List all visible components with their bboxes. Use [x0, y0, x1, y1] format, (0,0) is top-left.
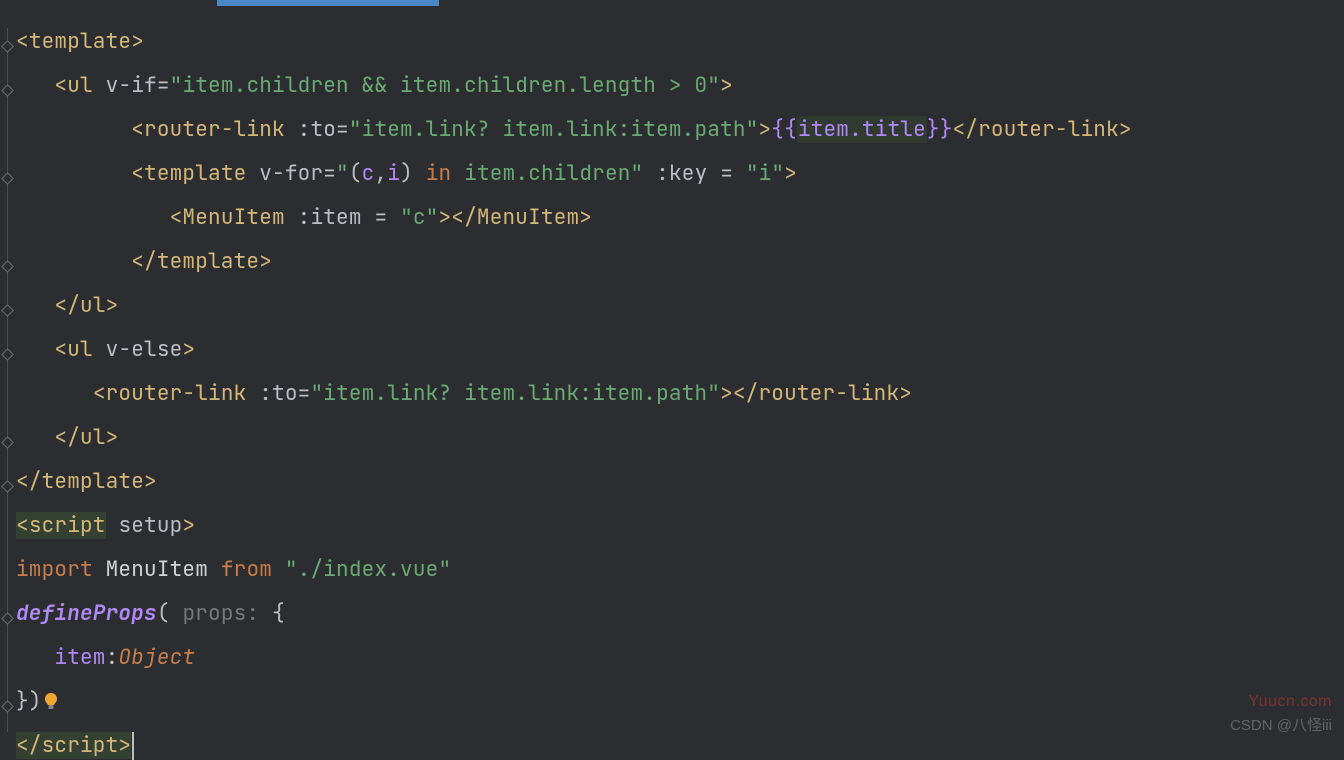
fold-marker[interactable] — [1, 480, 14, 493]
code-line[interactable]: </template> — [16, 460, 1132, 504]
code-line[interactable]: <script setup> — [16, 504, 1132, 548]
active-tab-indicator — [217, 0, 439, 6]
code-editor[interactable]: <template> <ul v-if="item.children && it… — [0, 0, 1344, 760]
code-line[interactable]: <template v-for="(c,i) in item.children"… — [16, 152, 1132, 196]
code-content[interactable]: <template> <ul v-if="item.children && it… — [16, 20, 1132, 760]
code-line[interactable]: </script> — [16, 724, 1132, 760]
fold-marker[interactable] — [1, 304, 14, 317]
code-line[interactable]: <template> — [16, 20, 1132, 64]
code-line[interactable]: defineProps( props: { — [16, 592, 1132, 636]
fold-marker[interactable] — [1, 700, 14, 713]
code-line[interactable]: }) — [16, 680, 1132, 724]
lightbulb-icon[interactable] — [42, 691, 60, 713]
code-line[interactable]: <MenuItem :item = "c"></MenuItem> — [16, 196, 1132, 240]
fold-marker[interactable] — [1, 40, 14, 53]
code-line[interactable]: <router-link :to="item.link? item.link:i… — [16, 372, 1132, 416]
watermark-author: CSDN @八怪iii — [1230, 704, 1332, 748]
code-line[interactable]: import MenuItem from "./index.vue" — [16, 548, 1132, 592]
code-line[interactable]: </ul> — [16, 284, 1132, 328]
text-cursor — [132, 732, 134, 760]
fold-marker[interactable] — [1, 436, 14, 449]
code-line[interactable]: <ul v-else> — [16, 328, 1132, 372]
code-line[interactable]: </ul> — [16, 416, 1132, 460]
fold-guide — [7, 28, 8, 732]
code-line[interactable]: item:Object — [16, 636, 1132, 680]
fold-marker[interactable] — [1, 612, 14, 625]
gutter — [0, 0, 14, 760]
code-line[interactable]: <router-link :to="item.link? item.link:i… — [16, 108, 1132, 152]
code-line[interactable]: </template> — [16, 240, 1132, 284]
fold-marker[interactable] — [1, 172, 14, 185]
code-line[interactable]: <ul v-if="item.children && item.children… — [16, 64, 1132, 108]
fold-marker[interactable] — [1, 348, 14, 361]
fold-marker[interactable] — [1, 84, 14, 97]
fold-marker[interactable] — [1, 260, 14, 273]
